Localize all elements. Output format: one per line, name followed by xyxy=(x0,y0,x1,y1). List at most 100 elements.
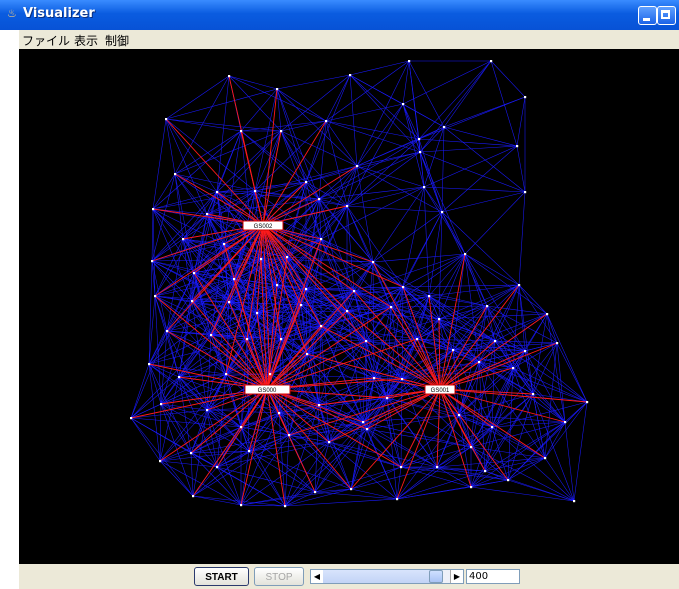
sensor-node xyxy=(362,421,365,424)
sensor-node xyxy=(441,211,444,214)
menu-file[interactable]: ファイル xyxy=(22,32,70,49)
sensor-node xyxy=(314,491,317,494)
base-station-gs001[interactable]: GS001 xyxy=(424,384,456,395)
slider-track[interactable] xyxy=(323,570,451,583)
sensor-node xyxy=(206,409,209,412)
sensor-node xyxy=(256,312,259,315)
sensor-node xyxy=(192,495,195,498)
base-station-gs000[interactable]: GS000 xyxy=(244,384,291,395)
sensor-node xyxy=(401,378,404,381)
sensor-node xyxy=(356,165,359,168)
sensor-node xyxy=(305,288,308,291)
sensor-node xyxy=(159,460,162,463)
menu-view[interactable]: 表示 xyxy=(74,32,98,49)
window-title: Visualizer xyxy=(23,6,95,21)
sensor-node xyxy=(524,96,527,99)
sensor-node xyxy=(280,130,283,133)
sensor-node xyxy=(386,397,389,400)
base-label: GS000 xyxy=(258,388,277,394)
sensor-node xyxy=(516,145,519,148)
sensor-node xyxy=(402,103,405,106)
control-bar: START STOP ◀ ▶ 400 xyxy=(19,564,679,589)
network-visualization-canvas[interactable]: GS002 GS000 GS001 xyxy=(19,49,679,564)
sensor-node xyxy=(390,306,393,309)
sensor-node xyxy=(544,457,547,460)
stop-button[interactable]: STOP xyxy=(254,567,304,586)
speed-slider[interactable]: ◀ ▶ xyxy=(310,569,464,584)
title-bar: ♨ Visualizer xyxy=(0,0,679,30)
sensor-node xyxy=(130,417,133,420)
sensor-node xyxy=(546,313,549,316)
sensor-node xyxy=(402,286,405,289)
sensor-node xyxy=(190,452,193,455)
sensor-node xyxy=(586,401,589,404)
sensor-node xyxy=(524,350,527,353)
start-button[interactable]: START xyxy=(194,567,249,586)
sensor-node xyxy=(269,373,272,376)
sensor-node xyxy=(349,74,352,77)
maximize-button[interactable] xyxy=(657,6,676,25)
sensor-node xyxy=(524,191,527,194)
menu-control[interactable]: 制御 xyxy=(105,32,129,49)
sensor-node xyxy=(154,295,157,298)
sensor-node xyxy=(223,243,226,246)
sensor-node xyxy=(366,428,369,431)
base-station-gs002[interactable]: GS002 xyxy=(242,220,284,231)
sensor-node xyxy=(419,151,422,154)
sensor-node xyxy=(216,466,219,469)
sensor-node xyxy=(300,304,303,307)
sensor-node xyxy=(276,284,279,287)
chevron-right-icon[interactable]: ▶ xyxy=(450,570,463,583)
sensor-node xyxy=(228,301,231,304)
sensor-node xyxy=(464,253,467,256)
sensor-node xyxy=(494,340,497,343)
edge-layer xyxy=(130,60,588,507)
sensor-node xyxy=(286,256,289,259)
sensor-node xyxy=(320,238,323,241)
sensor-node xyxy=(408,60,411,63)
sensor-node xyxy=(254,190,257,193)
sensor-node xyxy=(564,421,567,424)
sensor-node xyxy=(532,393,535,396)
sensor-node xyxy=(486,305,489,308)
sensor-node xyxy=(160,403,163,406)
sensor-node xyxy=(416,338,419,341)
sensor-node xyxy=(452,349,455,352)
sensor-node xyxy=(284,505,287,508)
sensor-node xyxy=(288,434,291,437)
sensor-node xyxy=(353,290,356,293)
minimize-button[interactable] xyxy=(638,6,657,25)
sensor-node xyxy=(280,338,283,341)
sensor-node xyxy=(518,284,521,287)
sensor-node xyxy=(152,208,155,211)
sensor-node xyxy=(233,278,236,281)
sensor-node xyxy=(148,363,151,366)
sensor-node xyxy=(278,412,281,415)
sensor-node xyxy=(418,138,421,141)
value-field[interactable]: 400 xyxy=(466,569,520,584)
sensor-node xyxy=(423,186,426,189)
sensor-node xyxy=(151,260,154,263)
sensor-node xyxy=(428,295,431,298)
sensor-node xyxy=(396,498,399,501)
sensor-node xyxy=(240,504,243,507)
slider-fill xyxy=(323,570,436,583)
sensor-node xyxy=(512,367,515,370)
window-left-frame xyxy=(0,30,19,589)
sensor-node xyxy=(346,310,349,313)
sensor-node xyxy=(325,120,328,123)
sensor-node xyxy=(206,213,209,216)
sensor-node xyxy=(248,450,251,453)
sensor-node xyxy=(372,261,375,264)
sensor-node xyxy=(320,325,323,328)
sensor-node xyxy=(210,334,213,337)
sensor-node xyxy=(373,377,376,380)
sensor-node xyxy=(305,181,308,184)
sensor-node xyxy=(346,205,349,208)
menu-bar: ファイル 表示 制御 xyxy=(19,30,679,49)
sensor-node xyxy=(318,404,321,407)
slider-thumb[interactable] xyxy=(429,570,443,583)
sensor-node xyxy=(228,75,231,78)
java-cup-icon: ♨ xyxy=(7,7,17,20)
sensor-node xyxy=(491,426,494,429)
